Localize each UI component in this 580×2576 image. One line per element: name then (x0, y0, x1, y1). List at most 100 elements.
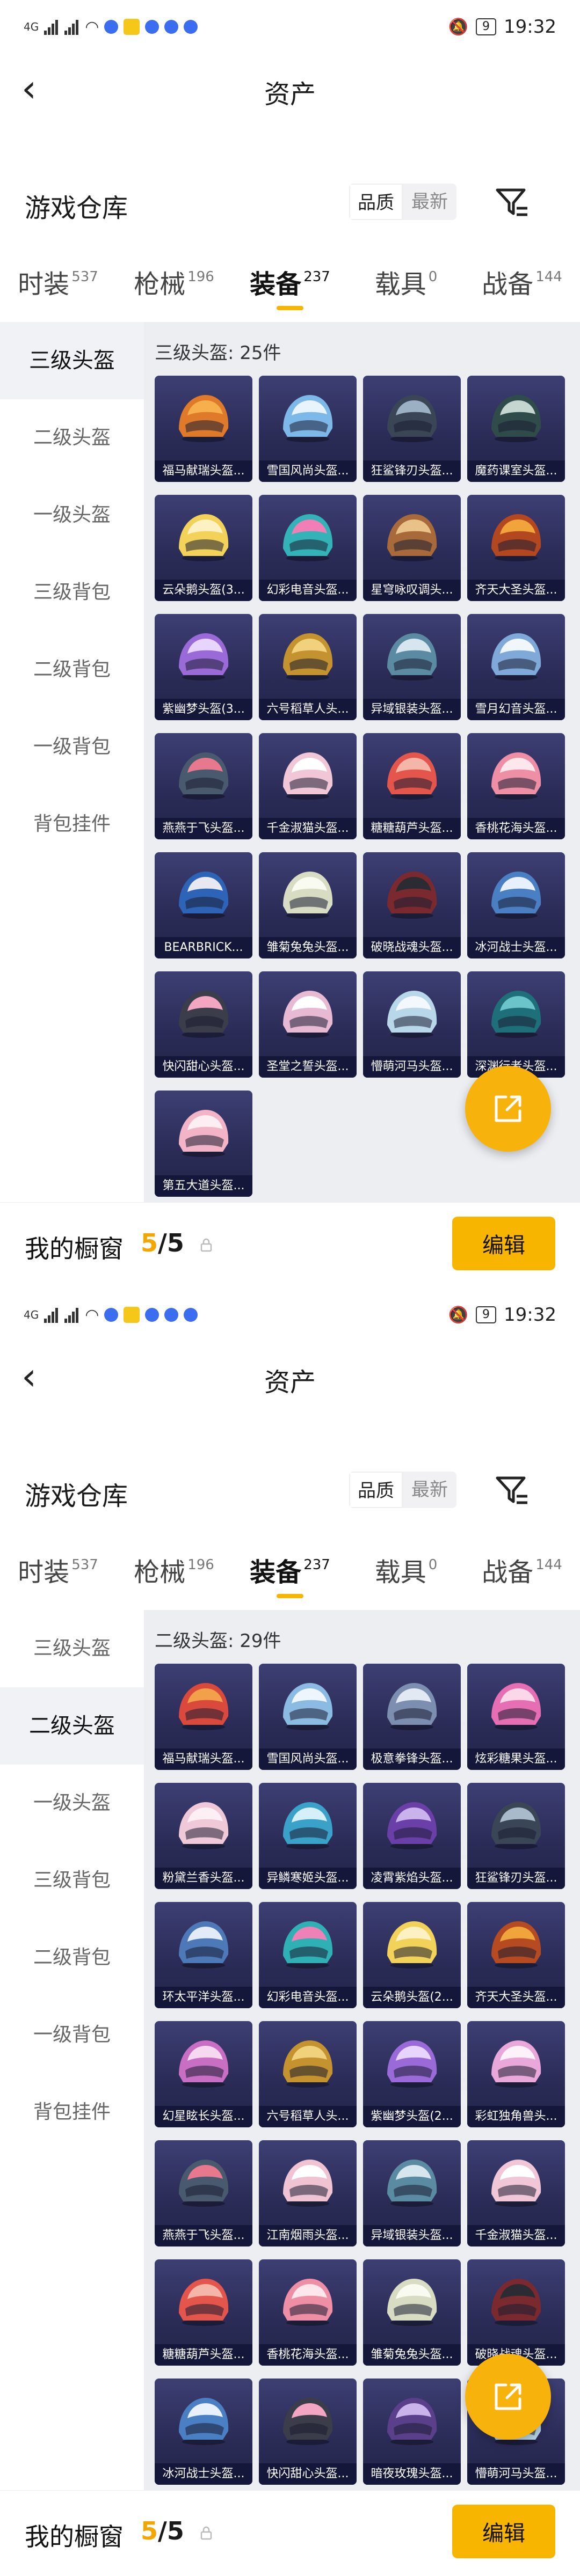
sidebar-item[interactable]: 三级背包 (0, 554, 144, 631)
helmet-card[interactable]: 燕燕于飞头盔... (155, 2140, 252, 2246)
helmet-card[interactable]: 异鳞寒姬头盔... (259, 1783, 357, 1889)
tab-1[interactable]: 枪械 196 (116, 1535, 232, 1605)
helmet-image (283, 991, 333, 1038)
helmet-card[interactable]: 齐天大圣头盔... (467, 1902, 565, 2008)
filter-icon[interactable] (493, 1472, 531, 1509)
tab-0[interactable]: 时装 537 (0, 1535, 116, 1605)
helmet-card[interactable]: 魔药课室头盔... (467, 376, 565, 482)
helmet-card[interactable]: 紫幽梦头盔(3... (155, 614, 252, 720)
helmet-card[interactable]: 千金淑猫头盔... (467, 2140, 565, 2246)
helmet-card[interactable]: 云朵鹅头盔(2... (363, 1902, 461, 2008)
helmet-card[interactable]: 香桃花海头盔... (467, 733, 565, 839)
signal-icon (44, 1307, 59, 1323)
sidebar-item[interactable]: 二级背包 (0, 631, 144, 708)
sort-quality-option[interactable]: 品质 (349, 1472, 403, 1508)
tab-1[interactable]: 枪械 196 (116, 247, 232, 317)
tab-label: 时装 (18, 1557, 70, 1587)
helmet-card[interactable]: 糖糖葫芦头盔... (155, 2259, 252, 2366)
helmet-card[interactable]: 彩虹独角兽头... (467, 2021, 565, 2127)
sidebar: 三级头盔 二级头盔 一级头盔 三级背包 二级背包 一级背包 背包挂件 (0, 1610, 144, 2490)
edit-button[interactable]: 编辑 (452, 2505, 555, 2558)
helmet-card[interactable]: 云朵鹅头盔(3... (155, 495, 252, 601)
helmet-card[interactable]: 暗夜玫瑰头盔... (363, 2379, 461, 2485)
helmet-card[interactable]: 第五大道头盔... (155, 1091, 252, 1197)
helmet-card[interactable]: 星穹咏叹调头... (363, 495, 461, 601)
helmet-card[interactable]: 深渊行者头盔... (467, 971, 565, 1078)
sidebar-item[interactable]: 三级背包 (0, 1842, 144, 1919)
helmet-card[interactable]: 福马献瑞头盔... (155, 1664, 252, 1770)
helmet-card[interactable]: 糖糖葫芦头盔... (363, 733, 461, 839)
sidebar-item[interactable]: 背包挂件 (0, 2074, 144, 2151)
tab-4[interactable]: 战备 144 (464, 1535, 580, 1605)
helmet-card[interactable]: 破晓战魂头盔... (363, 852, 461, 958)
helmet-card[interactable]: 雪国风尚头盔... (259, 1664, 357, 1770)
helmet-name: 圣堂之誓头盔... (259, 1056, 357, 1078)
helmet-card[interactable]: 福马献瑞头盔... (155, 376, 252, 482)
sidebar-item[interactable]: 三级头盔 (0, 322, 144, 399)
helmet-card[interactable]: 幻彩电音头盔... (259, 1902, 357, 2008)
helmet-card[interactable]: 冰河战士头盔... (467, 852, 565, 958)
sidebar-item[interactable]: 背包挂件 (0, 786, 144, 863)
sidebar-item[interactable]: 三级头盔 (0, 1610, 144, 1687)
helmet-name: 雪月幻音头盔... (467, 699, 565, 720)
lock-icon (200, 1238, 212, 1252)
helmet-card[interactable]: 懵萌河马头盔... (363, 971, 461, 1078)
helmet-image (283, 514, 333, 561)
helmet-card[interactable]: 圣堂之誓头盔... (259, 971, 357, 1078)
helmet-card[interactable]: 雏菊兔兔头盔... (259, 852, 357, 958)
tab-4[interactable]: 战备 144 (464, 247, 580, 317)
filter-icon[interactable] (493, 184, 531, 221)
helmet-card[interactable]: 雪月幻音头盔... (467, 614, 565, 720)
sort-latest-option[interactable]: 最新 (403, 184, 456, 220)
helmet-card[interactable]: 粉黛兰香头盔... (155, 1783, 252, 1889)
helmet-card[interactable]: 极意拳锋头盔... (363, 1664, 461, 1770)
helmet-card[interactable]: 环太平洋头盔... (155, 1902, 252, 2008)
share-button[interactable] (465, 2354, 551, 2440)
tab-0[interactable]: 时装 537 (0, 247, 116, 317)
helmet-card[interactable]: 狂鲨锋刃头盔... (467, 1783, 565, 1889)
helmet-card[interactable]: 雪国风尚头盔... (259, 376, 357, 482)
helmet-card[interactable]: 江南烟雨头盔... (259, 2140, 357, 2246)
sidebar-item[interactable]: 一级背包 (0, 1996, 144, 2074)
sidebar-item[interactable]: 二级头盔 (0, 399, 144, 477)
helmet-card[interactable]: 凌霄紫焰头盔... (363, 1783, 461, 1889)
helmet-image (387, 1802, 437, 1849)
helmet-card[interactable]: 快闪甜心头盔... (155, 971, 252, 1078)
helmet-card[interactable]: 香桃花海头盔... (259, 2259, 357, 2366)
helmet-card[interactable]: 狂鲨锋刃头盔... (363, 376, 461, 482)
helmet-card[interactable]: 六号稻草人头... (259, 614, 357, 720)
helmet-card[interactable]: 紫幽梦头盔(2... (363, 2021, 461, 2127)
helmet-card[interactable]: 异域银装头盔... (363, 614, 461, 720)
sidebar-item[interactable]: 二级背包 (0, 1919, 144, 1996)
helmet-name: 雪国风尚头盔... (259, 1748, 357, 1770)
helmet-card[interactable]: 雏菊兔兔头盔... (363, 2259, 461, 2366)
helmet-card[interactable]: 千金淑猫头盔... (259, 733, 357, 839)
sort-latest-option[interactable]: 最新 (403, 1472, 456, 1508)
sidebar-item[interactable]: 一级背包 (0, 708, 144, 786)
helmet-card[interactable]: 炫彩糖果头盔... (467, 1664, 565, 1770)
helmet-card[interactable]: BEARBRICK... (155, 852, 252, 958)
helmet-card[interactable]: 冰河战士头盔... (155, 2379, 252, 2485)
sidebar-item[interactable]: 一级头盔 (0, 1765, 144, 1842)
edit-button[interactable]: 编辑 (452, 1217, 555, 1270)
sidebar-item[interactable]: 一级头盔 (0, 477, 144, 554)
bottom-bar: 我的橱窗 5/5 编辑 (0, 2490, 580, 2576)
helmet-card[interactable]: 幻彩电音头盔... (259, 495, 357, 601)
tab-3[interactable]: 载具 0 (348, 1535, 464, 1605)
item-count: 三级头盔: 25件 (155, 342, 281, 364)
helmet-card[interactable]: 异域银装头盔... (363, 2140, 461, 2246)
share-button[interactable] (465, 1066, 551, 1152)
helmet-card[interactable]: 六号稻草人头... (259, 2021, 357, 2127)
helmet-card[interactable]: 快闪甜心头盔... (259, 2379, 357, 2485)
tab-3[interactable]: 载具 0 (348, 247, 464, 317)
sort-quality-option[interactable]: 品质 (349, 184, 403, 220)
helmet-card[interactable]: 齐天大圣头盔... (467, 495, 565, 601)
helmet-card[interactable]: 幻星眩长头盔... (155, 2021, 252, 2127)
sidebar-item[interactable]: 二级头盔 (0, 1687, 144, 1765)
helmet-image (283, 395, 333, 442)
helmet-name: 冰河战士头盔... (467, 937, 565, 958)
wifi-icon: ◠ (85, 1305, 99, 1324)
helmet-card[interactable]: 破晓战魂头盔... (467, 2259, 565, 2366)
helmet-card[interactable]: 燕燕于飞头盔... (155, 733, 252, 839)
helmet-name: 江南烟雨头盔... (259, 2225, 357, 2246)
